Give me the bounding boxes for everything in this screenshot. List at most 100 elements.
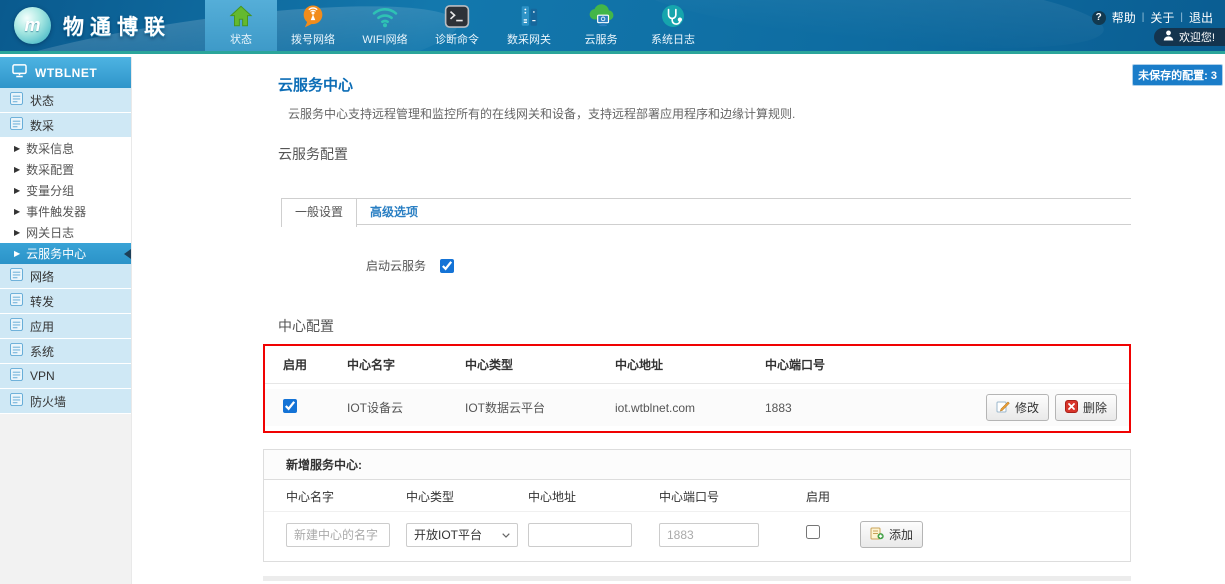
center-type-select[interactable]: 开放IOT平台 — [406, 523, 518, 547]
sidebar-item-forwarding[interactable]: 转发 — [0, 289, 131, 314]
divider: | — [1180, 12, 1183, 23]
syslog-icon — [660, 0, 686, 29]
row-center-type: IOT数据云平台 — [465, 399, 615, 416]
delete-label: 删除 — [1083, 399, 1107, 416]
page-description: 云服务中心支持远程管理和监控所有的在线网关和设备，支持远程部署应用程序和边缘计算… — [288, 105, 1131, 122]
center-address-input[interactable] — [528, 523, 632, 547]
sidebar-subitem-variable-group[interactable]: ▶ 变量分组 — [0, 180, 131, 201]
sidebar-item-label: 系统 — [30, 343, 54, 360]
top-nav: 状态 拨号网络 — [205, 0, 709, 51]
nav-label: 系统日志 — [651, 31, 695, 47]
nav-label: WIFI网络 — [362, 31, 407, 47]
delete-icon — [1065, 400, 1078, 416]
col-header-name: 中心名字 — [347, 356, 465, 373]
list-icon — [10, 117, 23, 133]
sidebar-item-label: 网关日志 — [26, 224, 74, 241]
edit-button[interactable]: 修改 — [986, 394, 1049, 421]
center-port-input[interactable] — [659, 523, 759, 547]
nav-item-dial-network[interactable]: 拨号网络 — [277, 0, 349, 51]
sidebar-subitem-data-config[interactable]: ▶ 数采配置 — [0, 159, 131, 180]
sidebar-item-label: 转发 — [30, 293, 54, 310]
add-icon — [870, 527, 884, 543]
help-icon[interactable]: ? — [1092, 11, 1106, 25]
nav-item-data-gateway[interactable]: 数采网关 — [493, 0, 565, 51]
row-center-port: 1883 — [765, 401, 986, 415]
add-col-address: 中心地址 — [528, 488, 659, 505]
nav-label: 数采网关 — [507, 31, 551, 47]
triangle-bullet-icon: ▶ — [14, 208, 20, 216]
brand-logo: m 物通博联 — [0, 0, 205, 51]
section-cloud-config: 云服务配置 — [278, 144, 1131, 164]
add-center-table: 新增服务中心: 中心名字 中心类型 中心地址 中心端口号 启用 开放IOT平台 — [263, 449, 1131, 562]
add-center-labels-row: 中心名字 中心类型 中心地址 中心端口号 启用 — [264, 480, 1130, 512]
center-name-input[interactable] — [286, 523, 390, 547]
add-col-enable: 启用 — [806, 488, 852, 505]
welcome-badge[interactable]: 欢迎您! — [1154, 28, 1225, 46]
nav-item-wifi-network[interactable]: WIFI网络 — [349, 0, 421, 51]
sidebar-subitem-data-info[interactable]: ▶ 数采信息 — [0, 138, 131, 159]
about-link[interactable]: 关于 — [1150, 9, 1174, 26]
add-button[interactable]: 添加 — [860, 521, 923, 548]
help-link[interactable]: 帮助 — [1112, 9, 1136, 26]
page-title: 云服务中心 — [278, 57, 1131, 95]
sidebar-item-system[interactable]: 系统 — [0, 339, 131, 364]
sidebar-subitem-gateway-log[interactable]: ▶ 网关日志 — [0, 222, 131, 243]
sidebar-item-label: 数采配置 — [26, 161, 74, 178]
list-icon — [10, 293, 23, 309]
enable-cloud-checkbox[interactable] — [440, 259, 454, 273]
nav-item-diagnostics[interactable]: 诊断命令 — [421, 0, 493, 51]
row-enable-checkbox[interactable] — [283, 399, 297, 413]
row-center-name: IOT设备云 — [347, 399, 465, 416]
list-icon — [10, 393, 23, 409]
tab-general-settings[interactable]: 一般设置 — [281, 199, 357, 227]
header-links: ? 帮助 | 关于 | 退出 — [1092, 9, 1213, 26]
sidebar-item-label: 网络 — [30, 268, 54, 285]
sidebar-item-firewall[interactable]: 防火墙 — [0, 389, 131, 414]
top-header: m 物通博联 状态 — [0, 0, 1225, 54]
divider: | — [1142, 12, 1145, 23]
sidebar-item-data-acquisition[interactable]: 数采 — [0, 113, 131, 138]
unsaved-changes-badge[interactable]: 未保存的配置: 3 — [1132, 64, 1223, 86]
sidebar-item-label: 防火墙 — [30, 393, 66, 410]
tab-advanced-options[interactable]: 高级选项 — [357, 199, 431, 224]
add-center-title: 新增服务中心: — [264, 450, 1130, 480]
brand-name: 物通博联 — [63, 11, 171, 41]
welcome-text: 欢迎您! — [1179, 29, 1215, 45]
sidebar-item-label: 数采信息 — [26, 140, 74, 157]
center-type-selected-value: 开放IOT平台 — [414, 526, 482, 543]
content: 云服务中心 云服务中心支持远程管理和监控所有的在线网关和设备，支持远程部署应用程… — [263, 57, 1131, 584]
add-col-type: 中心类型 — [406, 488, 528, 505]
page: m 物通博联 状态 — [0, 0, 1225, 584]
sidebar-item-label: 状态 — [30, 92, 54, 109]
sidebar-device[interactable]: WTBLNET — [0, 57, 131, 88]
nav-item-cloud-service[interactable]: 云服务 — [565, 0, 637, 51]
logout-link[interactable]: 退出 — [1189, 9, 1213, 26]
sidebar-item-label: 事件触发器 — [26, 203, 86, 220]
edit-icon — [996, 400, 1010, 416]
sidebar-item-label: 数采 — [30, 117, 54, 134]
sidebar-item-status[interactable]: 状态 — [0, 88, 131, 113]
sidebar-item-application[interactable]: 应用 — [0, 314, 131, 339]
row-actions: 修改 删除 — [986, 394, 1117, 421]
add-enable-checkbox[interactable] — [806, 525, 820, 539]
sidebar-item-vpn[interactable]: VPN — [0, 364, 131, 389]
nav-item-status[interactable]: 状态 — [205, 0, 277, 51]
sidebar: WTBLNET 状态 数采 ▶ 数采信息 ▶ 数采配置 ▶ 变量分组 ▶ 事件触… — [0, 57, 132, 584]
list-icon — [10, 368, 23, 384]
nav-label: 云服务 — [585, 31, 618, 47]
nav-label: 状态 — [230, 31, 252, 47]
sidebar-item-network[interactable]: 网络 — [0, 264, 131, 289]
monitor-icon — [12, 64, 27, 81]
gateway-icon — [516, 0, 542, 29]
nav-item-system-log[interactable]: 系统日志 — [637, 0, 709, 51]
enable-cloud-label: 启动云服务 — [366, 257, 426, 274]
nav-label: 诊断命令 — [435, 31, 479, 47]
triangle-bullet-icon: ▶ — [14, 187, 20, 195]
sidebar-subitem-cloud-service-center[interactable]: ▶ 云服务中心 — [0, 243, 131, 264]
list-icon — [10, 92, 23, 108]
row-center-address: iot.wtblnet.com — [615, 401, 765, 415]
delete-button[interactable]: 删除 — [1055, 394, 1117, 421]
triangle-bullet-icon: ▶ — [14, 250, 20, 258]
sidebar-subitem-event-trigger[interactable]: ▶ 事件触发器 — [0, 201, 131, 222]
sidebar-item-label: 云服务中心 — [26, 245, 86, 262]
